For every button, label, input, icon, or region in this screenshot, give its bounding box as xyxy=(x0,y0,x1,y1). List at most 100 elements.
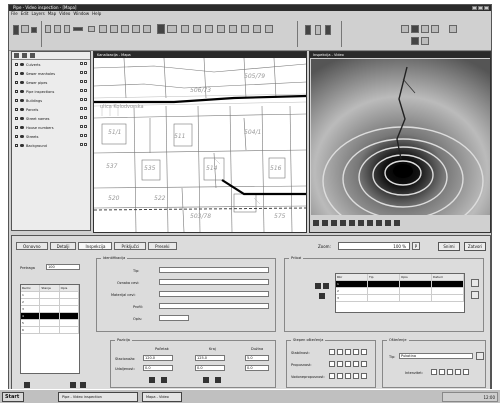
table-row[interactable]: 6 xyxy=(21,327,79,334)
step-forward-icon[interactable] xyxy=(358,220,364,226)
table-row-selected[interactable]: 4 xyxy=(21,313,79,320)
prev-record-icon[interactable] xyxy=(70,382,76,388)
column-header[interactable]: Opis xyxy=(60,285,79,291)
add-record-icon[interactable] xyxy=(24,382,30,388)
next-record-icon[interactable] xyxy=(80,382,86,388)
attach-file-icon[interactable] xyxy=(315,283,321,289)
cursor-tool-icon[interactable] xyxy=(157,24,165,34)
severity-option[interactable] xyxy=(439,369,445,375)
rating-option[interactable] xyxy=(361,373,367,379)
select-rect-icon[interactable] xyxy=(99,25,107,33)
full-extent-icon[interactable] xyxy=(421,25,429,33)
zoom-select[interactable]: 100 % xyxy=(338,242,410,250)
settings-icon[interactable] xyxy=(265,25,273,33)
length-station-input[interactable]: 5.0 xyxy=(245,355,269,361)
visibility-icon[interactable] xyxy=(20,135,24,138)
chart-icon[interactable] xyxy=(217,25,225,33)
expand-icon[interactable] xyxy=(15,81,18,84)
layer-item[interactable]: Culverts xyxy=(12,60,90,69)
layer-properties-icon[interactable] xyxy=(30,53,35,58)
layer-tool-icon[interactable] xyxy=(110,25,118,33)
pipe-id-select[interactable] xyxy=(159,279,269,285)
visibility-icon[interactable] xyxy=(20,99,24,102)
visibility-icon[interactable] xyxy=(20,144,24,147)
column-header[interactable]: Opis xyxy=(400,274,432,280)
rating-option[interactable] xyxy=(353,361,359,367)
type-select[interactable] xyxy=(159,267,269,273)
table-row[interactable]: 3 xyxy=(21,306,79,313)
severity-option[interactable] xyxy=(463,369,469,375)
taskbar-item[interactable]: Mapa - Video xyxy=(142,392,182,402)
play-icon[interactable] xyxy=(331,220,337,226)
record-icon[interactable] xyxy=(385,220,391,226)
visibility-icon[interactable] xyxy=(20,126,24,129)
visibility-icon[interactable] xyxy=(20,63,24,66)
pan-map-icon[interactable] xyxy=(411,37,419,45)
report-icon[interactable] xyxy=(229,25,237,33)
visibility-icon[interactable] xyxy=(20,81,24,84)
expand-icon[interactable] xyxy=(15,135,18,138)
layer-item[interactable]: Sewer pipes xyxy=(12,78,90,87)
zoom-out-map-icon[interactable] xyxy=(411,25,419,33)
expand-icon[interactable] xyxy=(15,63,18,66)
remove-layer-icon[interactable] xyxy=(22,53,27,58)
measure-tool-icon[interactable] xyxy=(45,25,51,33)
attach-video-icon[interactable] xyxy=(319,293,325,299)
step-back-icon[interactable] xyxy=(322,220,328,226)
save-button[interactable]: Snimi xyxy=(438,242,460,251)
rating-option[interactable] xyxy=(345,361,351,367)
draw-point-icon[interactable] xyxy=(64,25,70,33)
layer-item[interactable]: Pipe inspections xyxy=(12,87,90,96)
severity-option[interactable] xyxy=(455,369,461,375)
expand-icon[interactable] xyxy=(15,117,18,120)
close-panel-button[interactable]: Zatvori xyxy=(464,242,486,251)
expand-icon[interactable] xyxy=(15,108,18,111)
rating-option[interactable] xyxy=(329,373,335,379)
damage-type-lookup-button[interactable] xyxy=(476,352,484,360)
rating-option[interactable] xyxy=(353,373,359,379)
expand-icon[interactable] xyxy=(15,99,18,102)
material-select[interactable] xyxy=(159,291,269,297)
start-button[interactable]: Start xyxy=(2,392,24,402)
stop-icon[interactable] xyxy=(349,220,355,226)
table-row-selected[interactable]: 1 xyxy=(336,281,464,288)
volume-icon[interactable] xyxy=(394,220,400,226)
pause-icon[interactable] xyxy=(340,220,346,226)
length-distance-input[interactable]: 0.0 xyxy=(245,365,269,371)
rating-option[interactable] xyxy=(337,349,343,355)
visibility-icon[interactable] xyxy=(20,117,24,120)
severity-option[interactable] xyxy=(431,369,437,375)
layer-item[interactable]: House numbers xyxy=(12,123,90,132)
table-row[interactable]: 5 xyxy=(21,320,79,327)
zoom-apply-button[interactable]: P xyxy=(412,242,420,250)
search-icon[interactable] xyxy=(181,25,189,33)
map-canvas[interactable]: 505/79 506/73 51/1 504/1 537 511 535 514… xyxy=(94,58,306,232)
start-distance-input[interactable]: 0.0 xyxy=(143,365,173,371)
layer-item[interactable]: Streets xyxy=(12,132,90,141)
table-icon[interactable] xyxy=(205,25,213,33)
rating-option[interactable] xyxy=(337,361,343,367)
pick-end-icon[interactable] xyxy=(203,377,209,383)
select-tool-icon[interactable] xyxy=(13,25,19,35)
expand-icon[interactable] xyxy=(15,72,18,75)
layer-item[interactable]: Buildings xyxy=(12,96,90,105)
tab-preseki[interactable]: Preseki xyxy=(148,242,177,250)
search-input[interactable]: 100 xyxy=(46,264,80,270)
layer-item[interactable]: Sewer manholes xyxy=(12,69,90,78)
help-icon[interactable] xyxy=(449,25,457,33)
add-layer-icon[interactable] xyxy=(14,53,19,58)
visibility-icon[interactable] xyxy=(20,72,24,75)
zoom-in-icon[interactable] xyxy=(31,27,37,33)
layer-item[interactable]: Street names xyxy=(12,114,90,123)
rewind-icon[interactable] xyxy=(313,220,319,226)
rating-option[interactable] xyxy=(345,373,351,379)
tab-inspekcija[interactable]: Inspekcija xyxy=(78,242,113,250)
save-icon[interactable] xyxy=(143,25,151,33)
pan-tool-icon[interactable] xyxy=(21,25,29,33)
go-start-icon[interactable] xyxy=(161,377,167,383)
tab-prikljucki[interactable]: Priključci xyxy=(114,242,147,250)
video-pause-icon[interactable] xyxy=(315,25,321,35)
add-attachment-button[interactable] xyxy=(471,279,479,287)
table-row[interactable]: 2 xyxy=(21,299,79,306)
video-stop-icon[interactable] xyxy=(325,25,331,35)
